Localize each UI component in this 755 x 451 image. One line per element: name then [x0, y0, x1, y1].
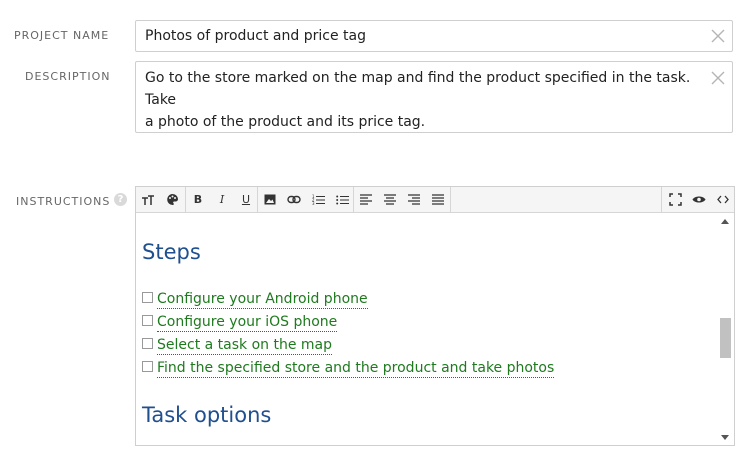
- project-name-field[interactable]: Photos of product and price tag: [135, 20, 733, 52]
- clear-icon[interactable]: [710, 70, 726, 86]
- project-name-value[interactable]: Photos of product and price tag: [145, 25, 698, 47]
- project-name-label: PROJECT NAME: [14, 29, 110, 42]
- scroll-up-icon[interactable]: [721, 219, 729, 224]
- scrollbar-thumb[interactable]: [720, 318, 731, 358]
- description-value[interactable]: Go to the store marked on the map and fi…: [145, 67, 696, 133]
- align-right-button[interactable]: [402, 187, 426, 212]
- underline-button[interactable]: U: [234, 187, 258, 212]
- scroll-down-icon[interactable]: [721, 435, 729, 440]
- description-line-1: Go to the store marked on the map and fi…: [145, 70, 691, 108]
- editor-content[interactable]: Steps Configure your Android phone Confi…: [136, 213, 716, 445]
- preview-button[interactable]: [687, 187, 711, 212]
- code-icon: [717, 195, 729, 204]
- fullscreen-button[interactable]: [663, 187, 687, 212]
- color-button[interactable]: [160, 187, 184, 212]
- clear-icon[interactable]: [710, 28, 726, 44]
- todo-checkbox[interactable]: [142, 291, 153, 303]
- todo-checkbox[interactable]: [142, 360, 153, 372]
- align-center-button[interactable]: [378, 187, 402, 212]
- instructions-label: INSTRUCTIONS: [16, 195, 111, 208]
- todo-link[interactable]: Configure your Android phone: [157, 290, 368, 309]
- todo-link[interactable]: Find the specified store and the product…: [157, 359, 555, 378]
- steps-heading: Steps: [142, 240, 201, 264]
- instructions-editor[interactable]: B I U 1 2 3 Steps Configure your Android…: [135, 186, 735, 446]
- description-label: DESCRIPTION: [25, 70, 111, 83]
- task-options-heading: Task options: [142, 403, 272, 427]
- todo-checkbox[interactable]: [142, 337, 153, 349]
- source-code-button[interactable]: [711, 187, 735, 212]
- toolbar-separator: [450, 187, 451, 212]
- palette-icon: [166, 193, 178, 206]
- list-item: Configure your iOS phone: [142, 312, 338, 332]
- todo-checkbox[interactable]: [142, 314, 153, 326]
- svg-text:3: 3: [312, 201, 315, 205]
- justify-button[interactable]: [426, 187, 450, 212]
- description-field[interactable]: Go to the store marked on the map and fi…: [135, 61, 733, 133]
- list-item: Select a task on the map: [142, 335, 333, 355]
- italic-button[interactable]: I: [210, 187, 234, 212]
- align-center-icon: [384, 194, 396, 205]
- justify-icon: [432, 194, 444, 205]
- ordered-list-button[interactable]: 1 2 3: [306, 187, 330, 212]
- align-right-icon: [408, 194, 420, 205]
- bullet-list-icon: [335, 195, 349, 205]
- image-button[interactable]: [258, 187, 282, 212]
- eye-icon: [692, 196, 706, 203]
- align-left-icon: [360, 194, 372, 205]
- bold-button[interactable]: B: [186, 187, 210, 212]
- link-icon: [287, 195, 301, 204]
- fullscreen-icon: [668, 193, 682, 206]
- editor-toolbar: B I U 1 2 3: [136, 187, 734, 213]
- text-size-button[interactable]: [136, 187, 160, 212]
- toolbar-separator: [661, 187, 662, 212]
- description-line-2: a photo of the product and its price tag…: [145, 114, 426, 130]
- editor-scrollbar[interactable]: [717, 213, 734, 445]
- image-icon: [264, 194, 276, 205]
- list-item: Find the specified store and the product…: [142, 358, 555, 378]
- list-item: Configure your Android phone: [142, 289, 368, 309]
- align-left-button[interactable]: [354, 187, 378, 212]
- todo-link[interactable]: Select a task on the map: [157, 336, 333, 355]
- bullet-list-button[interactable]: [330, 187, 354, 212]
- todo-link[interactable]: Configure your iOS phone: [157, 313, 338, 332]
- ordered-list-icon: 1 2 3: [312, 194, 325, 205]
- help-icon[interactable]: ?: [114, 193, 127, 206]
- link-button[interactable]: [282, 187, 306, 212]
- text-size-icon: [142, 194, 154, 205]
